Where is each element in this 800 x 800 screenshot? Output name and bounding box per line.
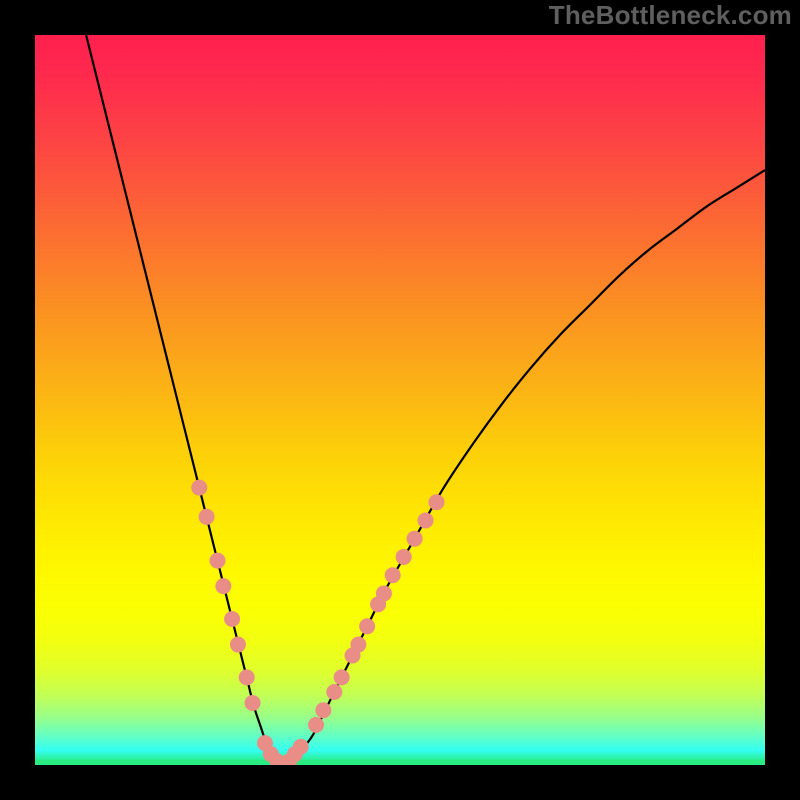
gradient-background <box>35 35 765 765</box>
marker-dot <box>210 553 226 569</box>
marker-dot <box>245 695 261 711</box>
marker-dot <box>334 669 350 685</box>
marker-dot <box>191 480 207 496</box>
marker-dot <box>376 585 392 601</box>
marker-dot <box>326 684 342 700</box>
marker-dot <box>315 702 331 718</box>
marker-dot <box>239 669 255 685</box>
watermark-text: TheBottleneck.com <box>549 0 792 31</box>
green-bottom-band <box>35 760 765 765</box>
marker-dot <box>350 637 366 653</box>
marker-dot <box>407 531 423 547</box>
marker-dot <box>418 512 434 528</box>
marker-dot <box>224 611 240 627</box>
marker-dot <box>215 578 231 594</box>
marker-dot <box>293 739 309 755</box>
marker-dot <box>429 494 445 510</box>
chart-frame: TheBottleneck.com <box>0 0 800 800</box>
marker-dot <box>385 567 401 583</box>
marker-dot <box>308 717 324 733</box>
marker-dot <box>396 549 412 565</box>
marker-dot <box>199 509 215 525</box>
plot-area <box>35 35 765 765</box>
plot-svg <box>35 35 765 765</box>
marker-dot <box>230 637 246 653</box>
marker-dot <box>359 618 375 634</box>
